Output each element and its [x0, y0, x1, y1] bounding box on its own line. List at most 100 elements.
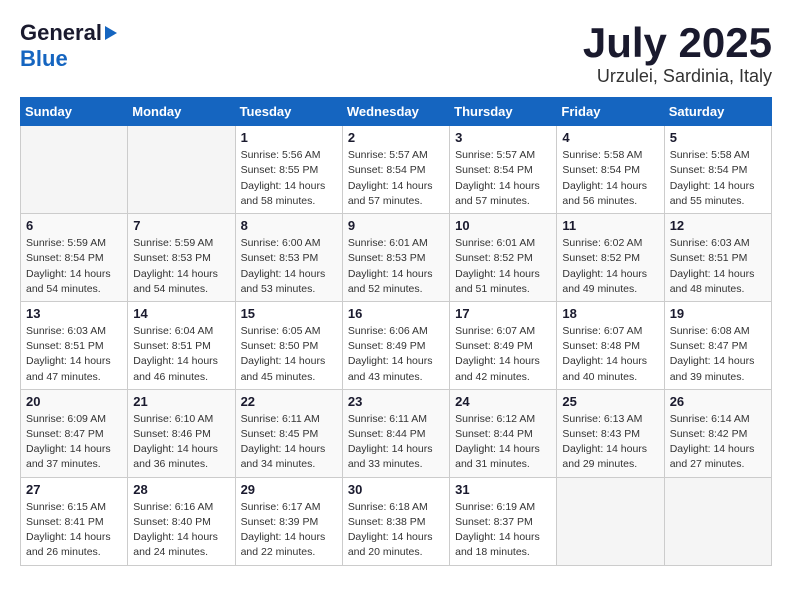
header-cell-friday: Friday: [557, 98, 664, 126]
day-detail: Sunrise: 6:03 AM Sunset: 8:51 PM Dayligh…: [670, 236, 766, 297]
day-detail: Sunrise: 5:59 AM Sunset: 8:54 PM Dayligh…: [26, 236, 122, 297]
day-cell: 13 Sunrise: 6:03 AM Sunset: 8:51 PM Dayli…: [21, 301, 128, 389]
header-cell-wednesday: Wednesday: [342, 98, 449, 126]
day-cell: 19Sunrise: 6:08 AM Sunset: 8:47 PM Dayli…: [664, 301, 771, 389]
day-cell: 31 Sunrise: 6:19 AM Sunset: 8:37 PM Dayli…: [450, 477, 557, 565]
day-number: 3: [455, 130, 551, 145]
day-number: 21: [133, 394, 229, 409]
day-detail: Sunrise: 6:00 AM Sunset: 8:53 PM Dayligh…: [241, 236, 337, 297]
day-detail: Sunrise: 6:02 AM Sunset: 8:52 PM Dayligh…: [562, 236, 658, 297]
day-detail: Sunrise: 6:19 AM Sunset: 8:37 PM Dayligh…: [455, 500, 551, 561]
day-cell: 2 Sunrise: 5:57 AM Sunset: 8:54 PM Daylig…: [342, 126, 449, 214]
day-cell: 9Sunrise: 6:01 AM Sunset: 8:53 PM Daylig…: [342, 214, 449, 302]
day-cell: 25 Sunrise: 6:13 AM Sunset: 8:43 PM Dayli…: [557, 389, 664, 477]
day-number: 29: [241, 482, 337, 497]
day-number: 11: [562, 218, 658, 233]
header-cell-thursday: Thursday: [450, 98, 557, 126]
header-row: SundayMondayTuesdayWednesdayThursdayFrid…: [21, 98, 772, 126]
day-cell: 14Sunrise: 6:04 AM Sunset: 8:51 PM Dayli…: [128, 301, 235, 389]
day-cell: 27 Sunrise: 6:15 AM Sunset: 8:41 PM Dayli…: [21, 477, 128, 565]
day-cell: 22Sunrise: 6:11 AM Sunset: 8:45 PM Dayli…: [235, 389, 342, 477]
day-number: 16: [348, 306, 444, 321]
day-cell: 5 Sunrise: 5:58 AM Sunset: 8:54 PM Daylig…: [664, 126, 771, 214]
day-detail: Sunrise: 5:59 AM Sunset: 8:53 PM Dayligh…: [133, 236, 229, 297]
day-cell: [21, 126, 128, 214]
day-number: 2: [348, 130, 444, 145]
logo-blue-text: Blue: [20, 46, 68, 72]
day-detail: Sunrise: 5:57 AM Sunset: 8:54 PM Dayligh…: [455, 148, 551, 209]
calendar-table: SundayMondayTuesdayWednesdayThursdayFrid…: [20, 97, 772, 565]
day-number: 20: [26, 394, 122, 409]
day-number: 7: [133, 218, 229, 233]
day-number: 18: [562, 306, 658, 321]
day-detail: Sunrise: 5:58 AM Sunset: 8:54 PM Dayligh…: [670, 148, 766, 209]
day-detail: Sunrise: 6:03 AM Sunset: 8:51 PM Dayligh…: [26, 324, 122, 385]
location-title: Urzulei, Sardinia, Italy: [583, 66, 772, 87]
day-number: 30: [348, 482, 444, 497]
day-number: 5: [670, 130, 766, 145]
day-detail: Sunrise: 5:58 AM Sunset: 8:54 PM Dayligh…: [562, 148, 658, 209]
day-cell: [128, 126, 235, 214]
day-detail: Sunrise: 6:01 AM Sunset: 8:52 PM Dayligh…: [455, 236, 551, 297]
day-cell: 11 Sunrise: 6:02 AM Sunset: 8:52 PM Dayli…: [557, 214, 664, 302]
day-cell: 16 Sunrise: 6:06 AM Sunset: 8:49 PM Dayli…: [342, 301, 449, 389]
day-number: 22: [241, 394, 337, 409]
day-detail: Sunrise: 6:17 AM Sunset: 8:39 PM Dayligh…: [241, 500, 337, 561]
header: General Blue July 2025 Urzulei, Sardinia…: [20, 20, 772, 87]
day-cell: 24Sunrise: 6:12 AM Sunset: 8:44 PM Dayli…: [450, 389, 557, 477]
month-title: July 2025: [583, 20, 772, 66]
day-number: 12: [670, 218, 766, 233]
day-detail: Sunrise: 6:07 AM Sunset: 8:49 PM Dayligh…: [455, 324, 551, 385]
week-row-3: 13 Sunrise: 6:03 AM Sunset: 8:51 PM Dayli…: [21, 301, 772, 389]
day-cell: 12 Sunrise: 6:03 AM Sunset: 8:51 PM Dayli…: [664, 214, 771, 302]
day-cell: [664, 477, 771, 565]
day-number: 15: [241, 306, 337, 321]
logo-triangle-icon: [105, 26, 117, 40]
day-detail: Sunrise: 6:01 AM Sunset: 8:53 PM Dayligh…: [348, 236, 444, 297]
day-detail: Sunrise: 6:06 AM Sunset: 8:49 PM Dayligh…: [348, 324, 444, 385]
day-number: 10: [455, 218, 551, 233]
day-cell: 6Sunrise: 5:59 AM Sunset: 8:54 PM Daylig…: [21, 214, 128, 302]
day-detail: Sunrise: 6:13 AM Sunset: 8:43 PM Dayligh…: [562, 412, 658, 473]
day-cell: 7 Sunrise: 5:59 AM Sunset: 8:53 PM Daylig…: [128, 214, 235, 302]
day-detail: Sunrise: 6:05 AM Sunset: 8:50 PM Dayligh…: [241, 324, 337, 385]
day-detail: Sunrise: 5:57 AM Sunset: 8:54 PM Dayligh…: [348, 148, 444, 209]
week-row-1: 1Sunrise: 5:56 AM Sunset: 8:55 PM Daylig…: [21, 126, 772, 214]
header-cell-saturday: Saturday: [664, 98, 771, 126]
day-cell: 18Sunrise: 6:07 AM Sunset: 8:48 PM Dayli…: [557, 301, 664, 389]
day-number: 4: [562, 130, 658, 145]
day-cell: 3 Sunrise: 5:57 AM Sunset: 8:54 PM Daylig…: [450, 126, 557, 214]
day-cell: 20 Sunrise: 6:09 AM Sunset: 8:47 PM Dayli…: [21, 389, 128, 477]
day-cell: 29 Sunrise: 6:17 AM Sunset: 8:39 PM Dayli…: [235, 477, 342, 565]
day-detail: Sunrise: 6:11 AM Sunset: 8:44 PM Dayligh…: [348, 412, 444, 473]
day-cell: [557, 477, 664, 565]
day-number: 25: [562, 394, 658, 409]
calendar-body: 1Sunrise: 5:56 AM Sunset: 8:55 PM Daylig…: [21, 126, 772, 565]
week-row-2: 6Sunrise: 5:59 AM Sunset: 8:54 PM Daylig…: [21, 214, 772, 302]
week-row-4: 20 Sunrise: 6:09 AM Sunset: 8:47 PM Dayli…: [21, 389, 772, 477]
day-number: 8: [241, 218, 337, 233]
day-number: 27: [26, 482, 122, 497]
day-cell: 15 Sunrise: 6:05 AM Sunset: 8:50 PM Dayli…: [235, 301, 342, 389]
calendar-header: SundayMondayTuesdayWednesdayThursdayFrid…: [21, 98, 772, 126]
day-detail: Sunrise: 5:56 AM Sunset: 8:55 PM Dayligh…: [241, 148, 337, 209]
day-detail: Sunrise: 6:12 AM Sunset: 8:44 PM Dayligh…: [455, 412, 551, 473]
day-detail: Sunrise: 6:18 AM Sunset: 8:38 PM Dayligh…: [348, 500, 444, 561]
day-detail: Sunrise: 6:04 AM Sunset: 8:51 PM Dayligh…: [133, 324, 229, 385]
day-cell: 23 Sunrise: 6:11 AM Sunset: 8:44 PM Dayli…: [342, 389, 449, 477]
day-number: 13: [26, 306, 122, 321]
day-detail: Sunrise: 6:08 AM Sunset: 8:47 PM Dayligh…: [670, 324, 766, 385]
day-detail: Sunrise: 6:09 AM Sunset: 8:47 PM Dayligh…: [26, 412, 122, 473]
day-cell: 21 Sunrise: 6:10 AM Sunset: 8:46 PM Dayli…: [128, 389, 235, 477]
day-cell: 17Sunrise: 6:07 AM Sunset: 8:49 PM Dayli…: [450, 301, 557, 389]
day-detail: Sunrise: 6:15 AM Sunset: 8:41 PM Dayligh…: [26, 500, 122, 561]
day-number: 31: [455, 482, 551, 497]
header-cell-monday: Monday: [128, 98, 235, 126]
day-number: 23: [348, 394, 444, 409]
day-detail: Sunrise: 6:10 AM Sunset: 8:46 PM Dayligh…: [133, 412, 229, 473]
day-cell: 26Sunrise: 6:14 AM Sunset: 8:42 PM Dayli…: [664, 389, 771, 477]
day-number: 28: [133, 482, 229, 497]
day-number: 26: [670, 394, 766, 409]
day-cell: 8 Sunrise: 6:00 AM Sunset: 8:53 PM Daylig…: [235, 214, 342, 302]
day-cell: 10 Sunrise: 6:01 AM Sunset: 8:52 PM Dayli…: [450, 214, 557, 302]
